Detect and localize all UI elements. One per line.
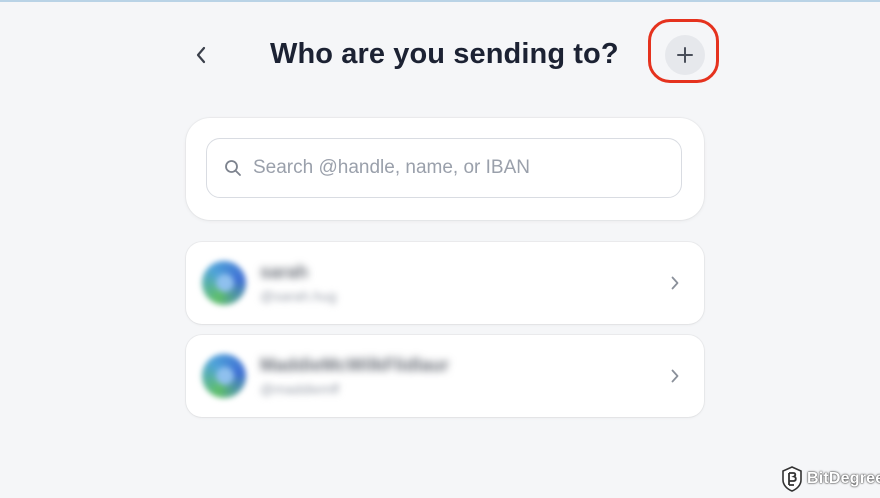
contact-name: MaddieMcWilkFlidlaur bbox=[260, 355, 449, 375]
contact-handle: @sarah.hug bbox=[260, 288, 337, 304]
plus-icon bbox=[677, 47, 693, 63]
search-input[interactable] bbox=[251, 156, 655, 180]
watermark-text: BitDegree bbox=[807, 470, 880, 487]
avatar bbox=[202, 261, 246, 305]
search-icon bbox=[223, 158, 243, 178]
search-box[interactable] bbox=[206, 138, 682, 198]
bitdegree-watermark: BitDegree bbox=[781, 464, 880, 494]
chevron-right-icon bbox=[668, 366, 682, 386]
back-button[interactable] bbox=[186, 40, 216, 70]
chevron-left-icon bbox=[196, 46, 206, 64]
contact-handle: @maddiemff bbox=[260, 381, 340, 397]
chevron-right-icon bbox=[668, 273, 682, 293]
contact-list-item[interactable]: sarah @sarah.hug bbox=[186, 242, 704, 324]
page-title: Who are you sending to? bbox=[270, 38, 619, 70]
bitdegree-logo-icon bbox=[782, 466, 802, 492]
add-recipient-button[interactable] bbox=[665, 35, 705, 75]
window-top-border bbox=[0, 0, 880, 2]
avatar bbox=[202, 354, 246, 398]
search-card bbox=[186, 118, 704, 220]
contact-list-item[interactable]: MaddieMcWilkFlidlaur @maddiemff bbox=[186, 335, 704, 417]
contact-name: sarah bbox=[260, 262, 309, 282]
header: Who are you sending to? bbox=[0, 19, 880, 86]
